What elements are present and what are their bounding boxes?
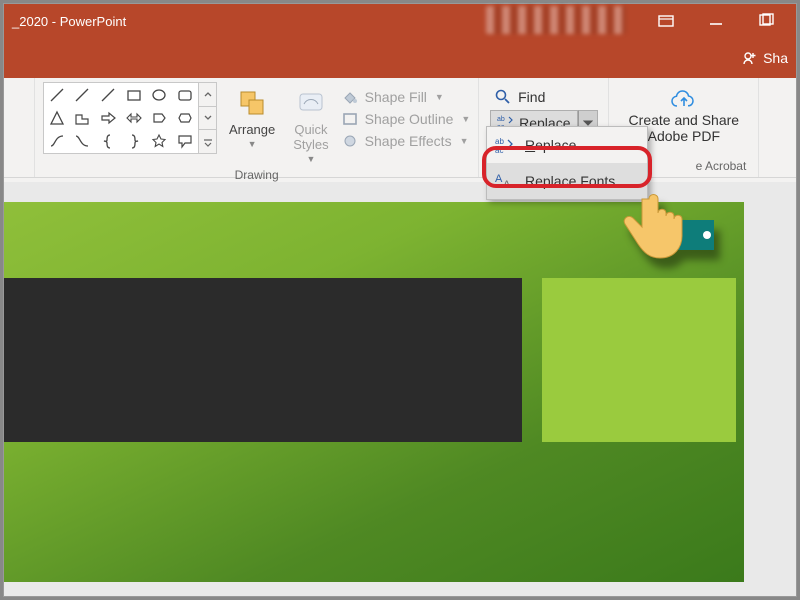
shape-connector-icon[interactable]	[95, 83, 121, 106]
arrange-button[interactable]: Arrange ▼	[223, 82, 281, 153]
dropdown-replace-fonts-label: Replace Fonts...	[525, 173, 627, 189]
shape-outline-caret-icon: ▼	[461, 114, 470, 124]
shape-curve1-icon[interactable]	[44, 130, 70, 153]
shape-effects-button: Shape Effects ▼	[341, 132, 471, 150]
adobe-upload-icon[interactable]	[669, 88, 699, 112]
window-buttons	[642, 4, 790, 38]
svg-text:A: A	[503, 179, 511, 190]
arrange-icon	[235, 86, 269, 120]
quick-styles-caret-icon: ▼	[306, 154, 315, 164]
minimize-icon[interactable]	[702, 7, 730, 35]
arrange-caret-icon: ▼	[248, 139, 257, 149]
ribbon-display-options-icon[interactable]	[652, 7, 680, 35]
find-label: Find	[518, 89, 545, 105]
ribbon: Arrange ▼ Quick Styles ▼ Shape Fill ▼	[4, 78, 796, 178]
find-icon	[494, 88, 512, 106]
shape-arrow-right-icon[interactable]	[95, 106, 121, 129]
shape-brace-left-icon[interactable]	[95, 130, 121, 153]
svg-text:A: A	[495, 173, 503, 185]
replace-fonts-icon: AA	[495, 171, 515, 191]
slide-shape-green[interactable]	[542, 278, 736, 442]
window-title: _2020 - PowerPoint	[4, 14, 126, 29]
shape-fill-label: Shape Fill	[365, 89, 427, 105]
quick-styles-label: Quick Styles	[293, 122, 328, 152]
shape-outline-icon	[341, 110, 359, 128]
shape-outline-button: Shape Outline ▼	[341, 110, 471, 128]
svg-text:ab: ab	[495, 137, 504, 146]
title-blur	[486, 6, 626, 34]
shape-corner-icon[interactable]	[70, 106, 96, 129]
shape-line-arrow-icon[interactable]	[70, 83, 96, 106]
shape-rect-icon[interactable]	[121, 83, 147, 106]
adobe-line2: Adobe PDF	[648, 128, 720, 144]
share-label: Sha	[763, 50, 788, 66]
gallery-up-icon[interactable]	[199, 83, 216, 107]
shape-line-icon[interactable]	[44, 83, 70, 106]
arrange-label: Arrange	[229, 122, 275, 137]
quick-styles-button: Quick Styles ▼	[287, 82, 334, 168]
shape-effects-label: Shape Effects	[365, 133, 452, 149]
title-bar: _2020 - PowerPoint	[4, 4, 796, 38]
shape-fill-icon	[341, 88, 359, 106]
ribbon-top-band: Sha	[4, 38, 796, 78]
share-button[interactable]: Sha	[741, 49, 788, 67]
svg-text:ac: ac	[495, 146, 503, 154]
shape-oval-icon[interactable]	[147, 83, 173, 106]
shape-fill-caret-icon: ▼	[435, 92, 444, 102]
shape-hexagon-icon[interactable]	[172, 106, 198, 129]
shape-curve2-icon[interactable]	[70, 130, 96, 153]
shapes-gallery-scroll[interactable]	[199, 82, 217, 154]
maximize-icon[interactable]	[752, 7, 780, 35]
replace-menu-icon: abac	[495, 135, 515, 155]
gallery-down-icon[interactable]	[199, 107, 216, 131]
group-drawing: Arrange ▼ Quick Styles ▼ Shape Fill ▼	[34, 78, 479, 177]
shape-star-icon[interactable]	[147, 130, 173, 153]
shape-outline-label: Shape Outline	[365, 111, 454, 127]
dropdown-replace-label: Replace...	[525, 137, 588, 153]
slide-shape-dark[interactable]	[4, 278, 522, 442]
gallery-more-icon[interactable]	[199, 130, 216, 153]
shape-triangle-icon[interactable]	[44, 106, 70, 129]
shape-effects-icon	[341, 132, 359, 150]
shape-pentagon-icon[interactable]	[147, 106, 173, 129]
shape-callout-icon[interactable]	[172, 130, 198, 153]
tutorial-hand-cursor-icon	[619, 174, 719, 279]
shape-format-menu: Shape Fill ▼ Shape Outline ▼ Shape Effec…	[341, 82, 471, 150]
dropdown-item-replace[interactable]: abac Replace...	[487, 127, 647, 163]
shape-effects-caret-icon: ▼	[460, 136, 469, 146]
shape-brace-right-icon[interactable]	[121, 130, 147, 153]
svg-text:ab: ab	[497, 116, 505, 123]
group-adobe-label: e Acrobat	[696, 159, 751, 175]
shape-fill-button: Shape Fill ▼	[341, 88, 471, 106]
quick-styles-icon	[294, 86, 328, 120]
shape-arrow-bidir-icon[interactable]	[121, 106, 147, 129]
find-button[interactable]: Find	[490, 86, 597, 108]
shapes-gallery[interactable]	[43, 82, 199, 154]
shape-roundrect-icon[interactable]	[172, 83, 198, 106]
